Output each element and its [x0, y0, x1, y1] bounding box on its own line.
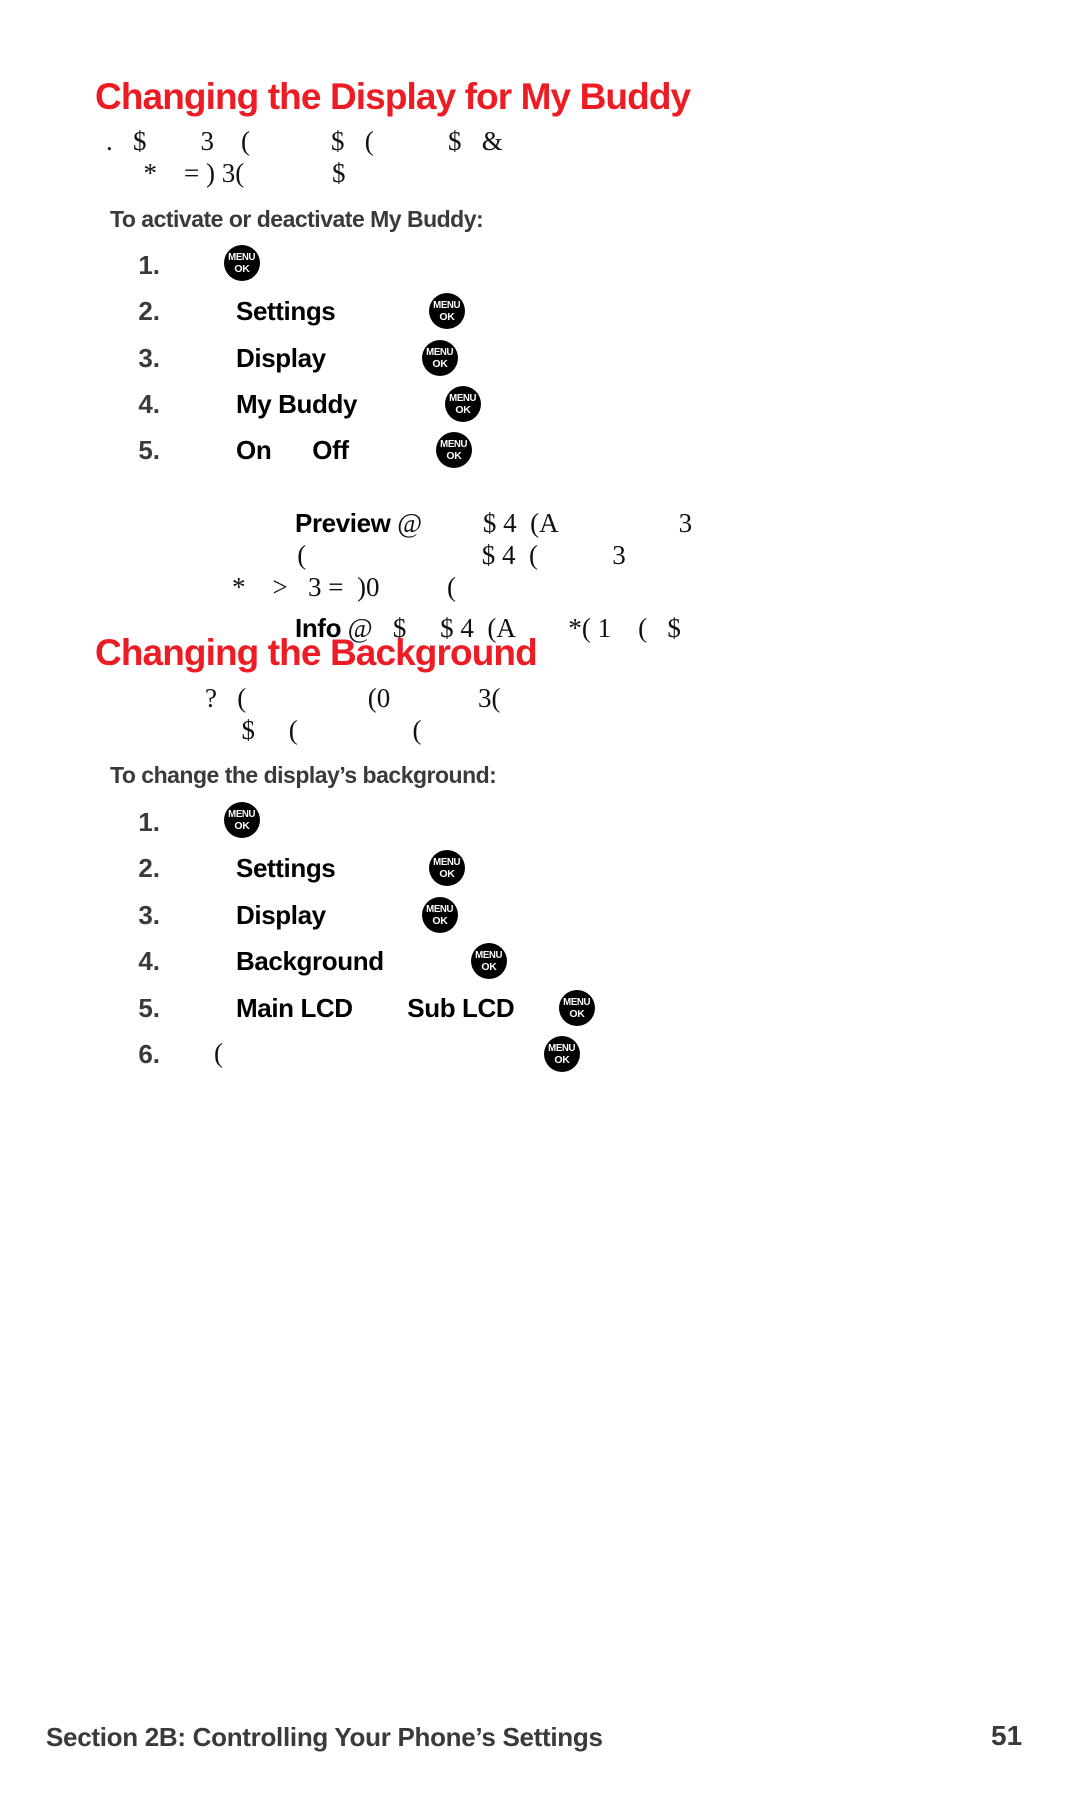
step-number: 5.	[138, 993, 160, 1023]
menu-ok-icon[interactable]: MENU OK	[429, 850, 465, 886]
menu-ok-icon-top-label: MENU	[563, 996, 591, 1008]
step-number: 6.	[138, 1039, 160, 1069]
step-term: Display	[236, 343, 326, 373]
menu-ok-icon-bottom-label: OK	[455, 403, 471, 416]
menu-ok-icon-bottom-label: OK	[439, 867, 455, 880]
menu-ok-icon[interactable]: MENU OK	[224, 802, 260, 838]
step-number: 2.	[138, 853, 160, 883]
menu-ok-icon[interactable]: MENU OK	[471, 943, 507, 979]
menu-ok-icon-top-label: MENU	[548, 1042, 576, 1054]
manual-page: Changing the Display for My Buddy . $ 3 …	[0, 0, 1080, 1800]
menu-ok-icon-bottom-label: OK	[439, 310, 455, 323]
step-term: Settings	[236, 296, 336, 326]
subheading-activate-my-buddy: To activate or deactivate My Buddy:	[110, 206, 484, 232]
step-row-4: 4. My Buddy MENU OK	[0, 386, 1080, 433]
menu-ok-icon[interactable]: MENU OK	[436, 432, 472, 468]
step-row-5: 5. On Off MENU OK	[0, 432, 1080, 479]
step-garble-text: (	[214, 1038, 223, 1068]
step-number: 2.	[138, 296, 160, 326]
menu-ok-icon-bottom-label: OK	[554, 1053, 570, 1066]
intro-line-1: ? ( (0 3(	[205, 683, 501, 713]
menu-ok-icon-bottom-label: OK	[432, 357, 448, 370]
section-heading-background: Changing the Background	[95, 632, 538, 673]
step-number: 1.	[138, 250, 160, 280]
step-term: My Buddy	[236, 389, 358, 419]
menu-ok-icon-top-label: MENU	[433, 299, 461, 311]
step-row-6: 6. ( MENU OK	[0, 1036, 1080, 1083]
menu-ok-icon-bottom-label: OK	[234, 262, 250, 275]
step-term: Main LCD Sub LCD	[236, 993, 515, 1023]
menu-ok-icon[interactable]: MENU OK	[559, 990, 595, 1026]
menu-ok-icon-bottom-label: OK	[432, 914, 448, 927]
menu-ok-icon-bottom-label: OK	[446, 449, 462, 462]
menu-ok-icon[interactable]: MENU OK	[429, 293, 465, 329]
subheading-change-background: To change the display’s background:	[110, 762, 497, 788]
menu-ok-icon-top-label: MENU	[228, 808, 256, 820]
step-row-5: 5. Main LCD Sub LCD MENU OK	[0, 990, 1080, 1037]
menu-ok-icon-bottom-label: OK	[234, 819, 250, 832]
step-row-2: 2. Settings MENU OK	[0, 850, 1080, 897]
step-number: 1.	[138, 807, 160, 837]
footer-page-number: 51	[991, 1720, 1023, 1751]
menu-ok-icon-top-label: MENU	[433, 856, 461, 868]
step-term: On Off	[236, 435, 349, 465]
menu-ok-icon[interactable]: MENU OK	[224, 245, 260, 281]
step-row-1: 1. MENU OK	[0, 245, 1080, 294]
menu-ok-icon[interactable]: MENU OK	[422, 897, 458, 933]
menu-ok-icon-bottom-label: OK	[481, 960, 497, 973]
step-row-4: 4. Background MENU OK	[0, 943, 1080, 990]
menu-ok-icon-bottom-label: OK	[569, 1007, 585, 1020]
section-heading-my-buddy: Changing the Display for My Buddy	[95, 76, 691, 117]
menu-ok-icon[interactable]: MENU OK	[445, 386, 481, 422]
menu-ok-icon[interactable]: MENU OK	[422, 340, 458, 376]
menu-ok-icon-top-label: MENU	[449, 392, 477, 404]
menu-ok-icon-top-label: MENU	[426, 903, 454, 915]
step-number: 4.	[138, 946, 160, 976]
menu-ok-icon[interactable]: MENU OK	[544, 1036, 580, 1072]
step-row-3: 3. Display MENU OK	[0, 340, 1080, 387]
step-number: 4.	[138, 389, 160, 419]
menu-ok-icon-top-label: MENU	[440, 438, 468, 450]
step-term: Settings	[236, 853, 336, 883]
step-row-2: 2. Settings MENU OK	[0, 293, 1080, 340]
intro-line-2: * = ) 3( $	[130, 158, 346, 188]
step-number: 5.	[138, 435, 160, 465]
step-row-1: 1. MENU OK	[0, 802, 1080, 851]
intro-line-1: . $ 3 ( $ ( $ &	[106, 126, 503, 156]
menu-ok-icon-top-label: MENU	[228, 251, 256, 263]
step-term: Display	[236, 900, 326, 930]
step-number: 3.	[138, 343, 160, 373]
menu-ok-icon-top-label: MENU	[475, 949, 503, 961]
step-number: 3.	[138, 900, 160, 930]
intro-line-2: $ ( (	[228, 715, 422, 745]
step-term: Background	[236, 946, 384, 976]
step-row-3: 3. Display MENU OK	[0, 897, 1080, 944]
menu-ok-icon-top-label: MENU	[426, 346, 454, 358]
footer-section-label: Section 2B: Controlling Your Phone’s Set…	[46, 1722, 603, 1752]
